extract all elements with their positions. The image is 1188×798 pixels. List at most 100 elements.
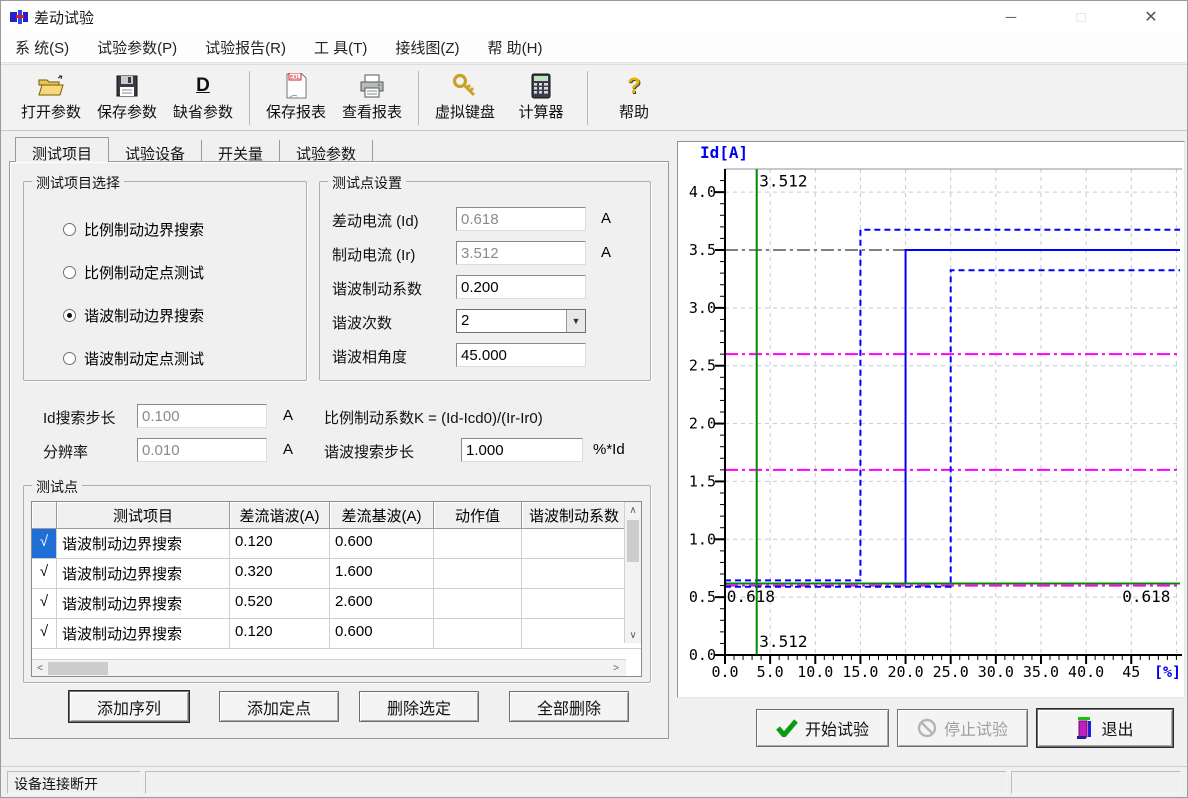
x-tick-label: 30.0 [978,663,1014,681]
series-solid [725,250,1180,583]
status-section [145,771,1007,794]
col-harmonic-restraint[interactable]: 谐波制动系数 [522,502,626,529]
row-check-cell[interactable]: √ [32,589,57,618]
menu-tools[interactable]: 工 具(T) [300,33,381,62]
y-tick-label: 4.0 [689,183,716,201]
prohibition-icon [917,718,937,738]
open-params-button[interactable]: 打开参数 [13,69,89,127]
x-tick-label: 10.0 [797,663,833,681]
virtual-keyboard-button[interactable]: 虚拟键盘 [427,69,503,127]
label-harmonic-phase-angle: 谐波相角度 [332,346,407,367]
scrollbar-thumb[interactable] [627,520,639,562]
row-check-cell[interactable]: √ [32,619,57,648]
unit-percent-id: %*Id [593,441,625,458]
tab-row: 测试项目 试验设备 开关量 试验参数 [15,137,373,162]
menu-help[interactable]: 帮 助(H) [473,33,556,62]
cell-test-item: 谐波制动边界搜索 [57,559,230,588]
table-row[interactable]: √ 谐波制动边界搜索 0.120 0.600 [32,529,641,559]
radio-ratio-fixed-point-test[interactable]: 比例制动定点测试 [63,262,204,283]
scroll-down-icon[interactable]: ∨ [625,627,641,643]
x-tick-label: 0.0 [711,663,738,681]
key-icon [452,73,478,99]
add-sequence-button[interactable]: 添加序列 [69,691,189,722]
app-window: 差动试验 ─ □ ✕ 系 统(S) 试验参数(P) 试验报告(R) 工 具(T)… [0,0,1188,798]
cell-harmonic-restraint [522,529,626,558]
radio-harmonic-fixed-point-test[interactable]: 谐波制动定点测试 [63,348,204,369]
start-test-button[interactable]: 开始试验 [756,709,889,747]
chevron-down-icon[interactable]: ▼ [566,310,585,332]
close-button[interactable]: ✕ [1116,1,1186,33]
tab-switch-quantity[interactable]: 开关量 [202,140,280,162]
cell-diff-harmonic: 0.120 [230,529,330,558]
col-check[interactable] [32,502,57,529]
save-params-button[interactable]: 保存参数 [89,69,165,127]
harmonic-order-select[interactable]: 2 ▼ [456,309,586,333]
table-horizontal-scrollbar[interactable]: < > [32,659,626,676]
table-header: 测试项目 差流谐波(A) 差流基波(A) 动作值 谐波制动系数 [32,502,641,529]
view-report-button[interactable]: 查看报表 [334,69,410,127]
delete-selected-button[interactable]: 删除选定 [359,691,479,722]
table-vertical-scrollbar[interactable]: ∧ ∨ [624,502,641,643]
help-button[interactable]: ? 帮助 [596,69,672,127]
row-check-cell[interactable]: √ [32,529,57,558]
green-check-icon [776,719,798,737]
default-params-button[interactable]: D 缺省参数 [165,69,241,127]
status-bar: 设备连接断开 [1,766,1187,797]
col-diff-harmonic[interactable]: 差流谐波(A) [230,502,330,529]
menu-system[interactable]: 系 统(S) [1,33,83,62]
calculator-button[interactable]: 计算器 [503,69,579,127]
stop-test-button: 停止试验 [897,709,1028,747]
chart-panel: 0.05.010.015.020.025.030.035.040.0450.00… [677,141,1185,698]
col-test-item[interactable]: 测试项目 [57,502,230,529]
table-row[interactable]: √ 谐波制动边界搜索 0.120 0.600 [32,619,641,649]
radio-icon [63,266,76,279]
delete-all-button[interactable]: 全部删除 [509,691,629,722]
menu-wiring-diagram[interactable]: 接线图(Z) [381,33,473,62]
minimize-button[interactable]: ─ [976,1,1046,33]
y-tick-label: 2.5 [689,357,716,375]
table-row[interactable]: √ 谐波制动边界搜索 0.320 1.600 [32,559,641,589]
maximize-button[interactable]: □ [1046,1,1116,33]
y-tick-label: 3.0 [689,299,716,317]
col-diff-fundamental[interactable]: 差流基波(A) [330,502,434,529]
scroll-up-icon[interactable]: ∧ [625,502,641,518]
x-tick-label: 20.0 [887,663,923,681]
tab-test-equipment[interactable]: 试验设备 [109,140,202,162]
resolution-field[interactable] [137,438,267,462]
radio-ratio-boundary-search[interactable]: 比例制动边界搜索 [63,219,204,240]
scroll-right-icon[interactable]: > [608,663,624,674]
chart-annotation: 0.618 [1122,587,1170,606]
row-check-cell[interactable]: √ [32,559,57,588]
exit-door-icon [1076,717,1094,739]
y-tick-label: 3.5 [689,241,716,259]
harmonic-restraint-coef-field[interactable] [456,275,586,299]
x-axis-title: [%] [1154,663,1181,681]
cell-test-item: 谐波制动边界搜索 [57,589,230,618]
unit-a: A [601,210,611,227]
y-tick-label: 0.5 [689,588,716,606]
excel-report-icon: EXL [283,73,309,99]
harmonic-search-step-field[interactable] [461,438,583,462]
menu-test-params[interactable]: 试验参数(P) [83,33,191,62]
menu-test-report[interactable]: 试验报告(R) [191,33,300,62]
x-tick-label: 40.0 [1068,663,1104,681]
restraint-current-field[interactable] [456,241,586,265]
tab-test-params[interactable]: 试验参数 [280,140,373,162]
save-report-button[interactable]: EXL 保存报表 [258,69,334,127]
exit-button[interactable]: 退出 [1037,709,1173,747]
id-search-step-field[interactable] [137,404,267,428]
cell-test-item: 谐波制动边界搜索 [57,619,230,648]
menu-bar: 系 统(S) 试验参数(P) 试验报告(R) 工 具(T) 接线图(Z) 帮 助… [1,33,1187,63]
tab-test-items[interactable]: 测试项目 [15,137,109,162]
harmonic-phase-angle-field[interactable] [456,343,586,367]
table-row[interactable]: √ 谐波制动边界搜索 0.520 2.600 [32,589,641,619]
add-fixed-point-button[interactable]: 添加定点 [219,691,339,722]
unit-a: A [601,244,611,261]
test-points-table: 测试项目 差流谐波(A) 差流基波(A) 动作值 谐波制动系数 √ 谐波制动边界… [31,501,642,677]
col-action-value[interactable]: 动作值 [434,502,522,529]
radio-harmonic-boundary-search[interactable]: 谐波制动边界搜索 [63,305,204,326]
x-tick-label: 45 [1122,663,1140,681]
scroll-left-icon[interactable]: < [32,663,48,674]
diff-current-field[interactable] [456,207,586,231]
scrollbar-thumb[interactable] [48,662,108,675]
